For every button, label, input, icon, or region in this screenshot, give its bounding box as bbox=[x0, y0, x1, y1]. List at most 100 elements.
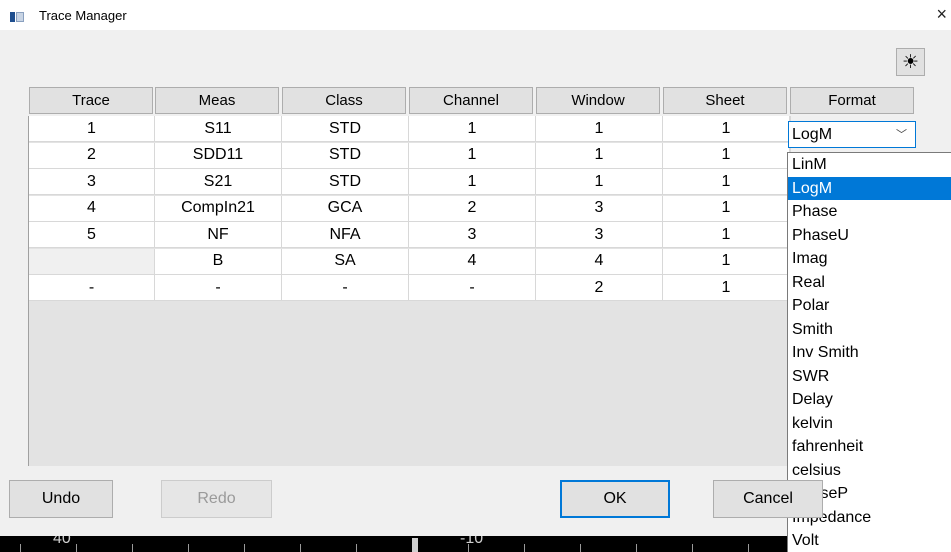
table-cell-channel[interactable]: 1 bbox=[409, 116, 536, 142]
table-cell-channel[interactable]: - bbox=[409, 275, 536, 301]
background-window-strip: 40 -10 bbox=[0, 536, 787, 552]
table-cell-trace[interactable]: 2 bbox=[29, 142, 155, 169]
table-row[interactable]: 4 CompIn21 GCA 2 3 1 bbox=[29, 195, 791, 222]
table-cell-sheet[interactable]: 1 bbox=[663, 248, 790, 275]
table-cell-class[interactable]: STD bbox=[282, 169, 409, 195]
trace-table: 1 S11 STD 1 1 1 2 SDD11 STD 1 1 1 3 S21 STD 1 1 1 4 CompIn2… bbox=[28, 116, 791, 466]
format-option[interactable]: Inv Smith bbox=[788, 341, 951, 365]
format-option[interactable]: Real bbox=[788, 271, 951, 295]
strip-tick bbox=[636, 544, 637, 552]
format-select[interactable]: LogM ﹀ bbox=[788, 121, 916, 148]
table-cell-window[interactable]: 1 bbox=[536, 116, 663, 142]
table-row[interactable]: B SA 4 4 1 bbox=[29, 248, 791, 275]
format-option[interactable]: PhaseU bbox=[788, 224, 951, 248]
table-cell-channel[interactable]: 4 bbox=[409, 248, 536, 275]
column-header-format[interactable]: Format bbox=[790, 87, 914, 114]
table-row[interactable]: 3 S21 STD 1 1 1 bbox=[29, 169, 791, 195]
table-cell-class[interactable]: NFA bbox=[282, 222, 409, 248]
strip-tick bbox=[356, 544, 357, 552]
strip-tick bbox=[244, 544, 245, 552]
format-option[interactable]: kelvin bbox=[788, 412, 951, 436]
app-icon bbox=[10, 12, 24, 22]
table-row[interactable]: 5 NF NFA 3 3 1 bbox=[29, 222, 791, 248]
table-cell-meas[interactable]: CompIn21 bbox=[155, 195, 282, 222]
format-option[interactable]: LinM bbox=[788, 153, 951, 177]
strip-tick bbox=[132, 544, 133, 552]
cancel-button[interactable]: Cancel bbox=[713, 480, 823, 518]
window-title: Trace Manager bbox=[39, 8, 127, 23]
table-cell-sheet[interactable]: 1 bbox=[663, 116, 790, 142]
table-cell-class[interactable]: GCA bbox=[282, 195, 409, 222]
chevron-down-icon: ﹀ bbox=[896, 129, 907, 141]
column-header-class[interactable]: Class bbox=[282, 87, 406, 114]
strip-tick bbox=[76, 544, 77, 552]
column-header-window[interactable]: Window bbox=[536, 87, 660, 114]
table-cell-meas[interactable]: - bbox=[155, 275, 282, 301]
table-cell-sheet[interactable]: 1 bbox=[663, 142, 790, 169]
ok-button[interactable]: OK bbox=[560, 480, 670, 518]
table-cell-channel[interactable]: 3 bbox=[409, 222, 536, 248]
format-option[interactable]: celsius bbox=[788, 459, 951, 483]
table-cell-channel[interactable]: 1 bbox=[409, 142, 536, 169]
format-option[interactable]: Imag bbox=[788, 247, 951, 271]
table-cell-class[interactable]: - bbox=[282, 275, 409, 301]
table-cell-window[interactable]: 3 bbox=[536, 222, 663, 248]
strip-tick bbox=[188, 544, 189, 552]
table-cell-class[interactable]: STD bbox=[282, 116, 409, 142]
format-option[interactable]: Phase bbox=[788, 200, 951, 224]
table-cell-channel[interactable]: 2 bbox=[409, 195, 536, 222]
table-cell-trace[interactable] bbox=[29, 248, 155, 275]
table-cell-trace[interactable]: 4 bbox=[29, 195, 155, 222]
table-row[interactable]: ----21 bbox=[29, 275, 791, 301]
table-cell-window[interactable]: 3 bbox=[536, 195, 663, 222]
table-cell-sheet[interactable]: 1 bbox=[663, 275, 790, 301]
table-cell-meas[interactable]: S11 bbox=[155, 116, 282, 142]
format-option[interactable]: SWR bbox=[788, 365, 951, 389]
table-cell-class[interactable]: SA bbox=[282, 248, 409, 275]
close-icon[interactable]: × bbox=[936, 4, 947, 24]
table-cell-trace[interactable]: 5 bbox=[29, 222, 155, 248]
title-bar: Trace Manager × bbox=[0, 0, 951, 30]
table-cell-window[interactable]: 1 bbox=[536, 169, 663, 195]
table-cell-trace[interactable]: 1 bbox=[29, 116, 155, 142]
format-option[interactable]: Polar bbox=[788, 294, 951, 318]
table-cell-trace[interactable]: 3 bbox=[29, 169, 155, 195]
column-header-trace[interactable]: Trace bbox=[29, 87, 153, 114]
table-cell-sheet[interactable]: 1 bbox=[663, 222, 790, 248]
table-cell-window[interactable]: 1 bbox=[536, 142, 663, 169]
table-cell-meas[interactable]: B bbox=[155, 248, 282, 275]
strip-tick bbox=[20, 544, 21, 552]
strip-label-left: 40 bbox=[53, 536, 71, 547]
table-cell-meas[interactable]: NF bbox=[155, 222, 282, 248]
table-cell-meas[interactable]: S21 bbox=[155, 169, 282, 195]
table-row[interactable]: 2 SDD11 STD 1 1 1 bbox=[29, 142, 791, 169]
redo-button[interactable]: Redo bbox=[161, 480, 272, 518]
format-option[interactable]: Delay bbox=[788, 388, 951, 412]
table-cell-meas[interactable]: SDD11 bbox=[155, 142, 282, 169]
table-cell-sheet[interactable]: 1 bbox=[663, 195, 790, 222]
table-row[interactable]: 1 S11 STD 1 1 1 bbox=[29, 116, 791, 142]
undo-button[interactable]: Undo bbox=[9, 480, 113, 518]
column-header-sheet[interactable]: Sheet bbox=[663, 87, 787, 114]
strip-label-right: -10 bbox=[460, 536, 484, 547]
strip-tick bbox=[580, 544, 581, 552]
format-option[interactable]: LogM bbox=[788, 176, 951, 200]
strip-divider bbox=[412, 538, 418, 552]
format-select-value: LogM bbox=[792, 125, 833, 143]
format-option[interactable]: Volt bbox=[788, 529, 951, 552]
table-cell-window[interactable]: 2 bbox=[536, 275, 663, 301]
strip-tick bbox=[748, 544, 749, 552]
table-cell-window[interactable]: 4 bbox=[536, 248, 663, 275]
strip-tick bbox=[300, 544, 301, 552]
table-cell-sheet[interactable]: 1 bbox=[663, 169, 790, 195]
strip-tick bbox=[692, 544, 693, 552]
strip-tick bbox=[524, 544, 525, 552]
table-cell-channel[interactable]: 1 bbox=[409, 169, 536, 195]
table-cell-trace[interactable]: - bbox=[29, 275, 155, 301]
table-cell-class[interactable]: STD bbox=[282, 142, 409, 169]
column-header-channel[interactable]: Channel bbox=[409, 87, 533, 114]
column-header-meas[interactable]: Meas bbox=[155, 87, 279, 114]
sun-icon[interactable]: ☀ bbox=[896, 48, 925, 76]
format-option[interactable]: fahrenheit bbox=[788, 435, 951, 459]
format-option[interactable]: Smith bbox=[788, 318, 951, 342]
